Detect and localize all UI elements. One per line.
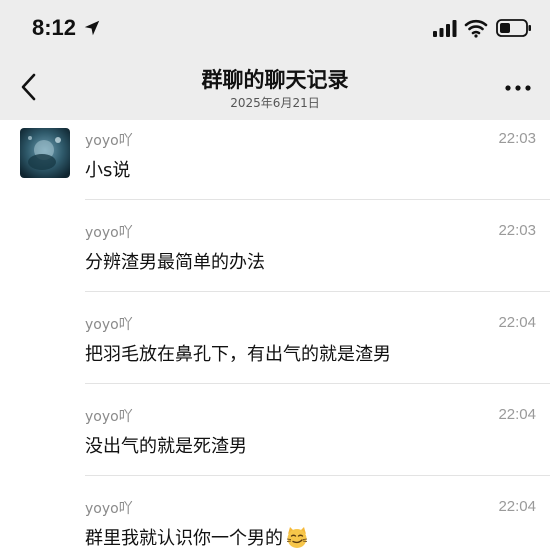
nav-bar: 群聊的聊天记录 2025年6月21日 [0, 56, 550, 120]
more-button[interactable] [500, 74, 536, 102]
divider [85, 475, 550, 476]
page-title: 群聊的聊天记录 [201, 68, 349, 92]
status-time: 8:12 [32, 15, 77, 40]
page-subtitle-date: 2025年6月21日 [230, 96, 320, 110]
signal-icon [433, 20, 457, 37]
message-time: 22:04 [498, 406, 536, 423]
battery-icon [496, 19, 531, 37]
avatar[interactable] [20, 128, 70, 178]
location-arrow-icon [84, 20, 100, 36]
message-time: 22:04 [498, 498, 536, 515]
message-time: 22:03 [498, 130, 536, 147]
divider [85, 291, 550, 292]
sender-name: yoyo吖 [85, 409, 133, 425]
sender-name: yoyo吖 [85, 225, 133, 241]
top-bar: 8:12 群聊的聊天记录 2025年6月21日 [0, 0, 550, 120]
message-text: 没出气的就是死渣男 [85, 436, 247, 457]
sender-name: yoyo吖 [85, 501, 133, 517]
status-icons [432, 16, 532, 40]
divider [85, 383, 550, 384]
message-time: 22:03 [498, 222, 536, 239]
message-text: 把羽毛放在鼻孔下，有出气的就是渣男 [85, 344, 391, 365]
wifi-icon [464, 19, 488, 38]
smirking-cat-emoji-icon [286, 527, 308, 548]
message-text: 分辨渣男最简单的办法 [85, 252, 265, 273]
message-text: 群里我就认识你一个男的 [85, 524, 309, 550]
message-text: 小s说 [85, 160, 131, 181]
sender-name: yoyo吖 [85, 133, 133, 149]
message-list[interactable]: yoyo吖 22:03 小s说 yoyo吖 22:03 分辨渣男最简单的办法 y… [0, 120, 550, 553]
divider [85, 199, 550, 200]
ellipsis-icon [505, 85, 531, 91]
message-time: 22:04 [498, 314, 536, 331]
avatar-image [20, 128, 70, 178]
message-text-content: 群里我就认识你一个男的 [85, 528, 283, 549]
sender-name: yoyo吖 [85, 317, 133, 333]
status-time-group: 8:12 [32, 13, 101, 43]
status-bar: 8:12 [0, 0, 550, 56]
